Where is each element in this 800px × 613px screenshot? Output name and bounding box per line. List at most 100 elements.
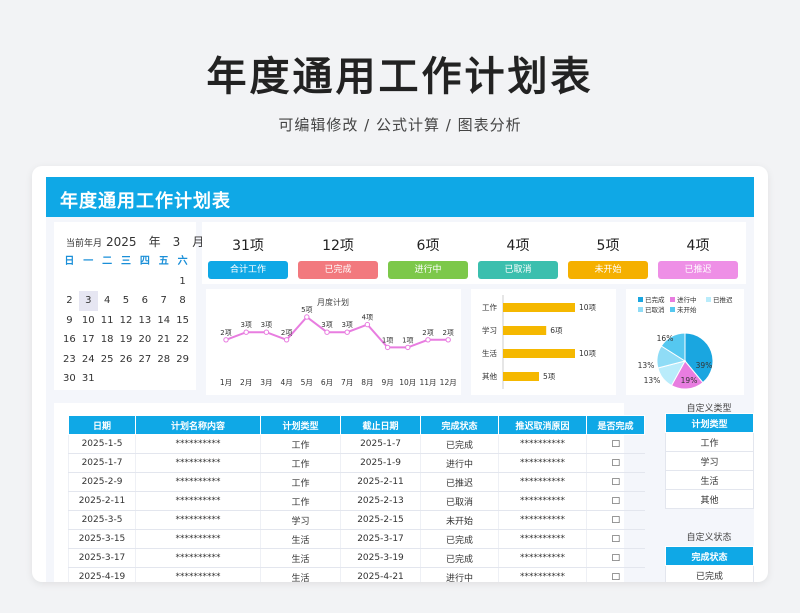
completion-checkbox[interactable]: □ [586,529,645,549]
calendar-day[interactable]: 16 [60,330,79,350]
table-cell: 2025-2-11 [68,491,136,511]
bar-data-label: 10项 [579,303,597,312]
calendar-year[interactable]: 2025 [106,235,137,249]
custom-status-table: 完成状态 已完成 [665,546,754,582]
calendar-day[interactable]: 30 [60,369,79,389]
calendar-day[interactable]: 5 [117,291,136,311]
completion-checkbox[interactable]: □ [586,548,645,568]
line-point [384,344,391,351]
calendar-day[interactable]: 3 [78,291,98,311]
calendar-day[interactable]: 23 [60,350,79,370]
line-x-tick-label: 6月 [321,378,333,387]
line-x-tick-label: 9月 [381,378,393,387]
table-cell: ********** [135,529,261,549]
table-row: 2025-3-17 ********** 生活 2025-3-19 已完成 *******… [68,548,645,568]
calendar-day[interactable]: 1 [173,272,192,292]
calendar-day[interactable]: 29 [173,350,192,370]
table-cell: ********** [498,434,587,454]
line-point [425,337,431,343]
pie-data-label: 16% [657,334,674,343]
calendar-day[interactable]: 6 [135,291,154,311]
calendar-day[interactable]: 20 [135,330,154,350]
line-data-label: 3项 [240,321,251,329]
pie-data-label: 13% [644,376,661,385]
calendar-day[interactable]: 13 [135,311,154,331]
calendar-empty-cell [154,272,173,292]
stat-card: 4项 已取消 [478,235,558,279]
custom-type-row: 生活 [665,470,754,490]
calendar-grid: 日一二三四五六 1 2 3 4 5 6 7 8 9 10 11 12 13 14 15 16 17 18 19 20 21… [60,252,192,389]
status-pie-chart: 已完成 进行中 已推迟已取消 未开始 39% 19% 13% 13% 16% [638,295,733,390]
weekday-label: 四 [139,256,150,267]
line-x-tick-label: 10月 [399,378,416,387]
table-cell: ********** [498,472,587,492]
pie-legend-swatch [706,297,711,302]
custom-type-cell[interactable]: 其他 [665,489,754,509]
calendar-day[interactable]: 25 [98,350,117,370]
completion-checkbox[interactable]: □ [586,472,645,492]
calendar-day[interactable]: 19 [117,330,136,350]
line-data-label: 1项 [402,336,413,344]
completion-checkbox[interactable]: □ [586,510,645,530]
table-cell: ********** [498,491,587,511]
calendar-day[interactable]: 14 [154,311,173,331]
calendar-day[interactable]: 27 [135,350,154,370]
line-point [304,314,310,320]
completion-checkbox[interactable]: □ [586,567,645,582]
calendar-day[interactable]: 9 [60,311,79,331]
calendar-month[interactable]: 3 [173,235,181,249]
calendar-day[interactable]: 15 [173,311,192,331]
calendar-day[interactable]: 28 [154,350,173,370]
calendar-day[interactable]: 12 [117,311,136,331]
line-point [344,329,350,335]
line-data-label: 2项 [422,329,433,337]
calendar-day[interactable]: 10 [79,311,98,331]
calendar-day[interactable]: 11 [98,311,117,331]
table-cell: 工作 [260,491,341,511]
calendar-day[interactable]: 17 [79,330,98,350]
calendar-day[interactable]: 2 [60,291,79,311]
bar-category-label: 学习 [482,325,497,335]
table-cell: 工作 [260,472,341,492]
stat-card: 4项 已推迟 [658,235,738,279]
calendar-day[interactable]: 4 [98,291,117,311]
custom-type-cell[interactable]: 生活 [665,470,754,490]
bar [503,326,547,335]
custom-type-row: 工作 [665,432,754,452]
weekday-label: 三 [120,256,131,267]
calendar-day[interactable]: 7 [154,291,173,311]
table-cell: 2025-3-19 [340,548,421,568]
calendar-day[interactable]: 8 [173,291,192,311]
stat-count: 4项 [506,238,530,254]
calendar-day[interactable]: 24 [79,350,98,370]
stat-card: 31项 合计工作 [208,235,288,279]
weekday-label: 一 [83,256,94,267]
line-point [324,329,330,335]
table-cell: 2025-2-13 [340,491,421,511]
completion-checkbox[interactable]: □ [586,434,645,454]
line-chart-panel: 月度计划 2项 1月 3项 2月 3项 3月 2项 4月 5项 5月 3项 6月 3项 7月 4项 8月 1项 9月… [206,289,461,395]
table-header-cell: 日期 [68,415,136,435]
table-cell: ********** [498,510,587,530]
stat-label: 未开始 [568,261,648,279]
table-cell: ********** [135,434,261,454]
bar [503,372,539,381]
custom-type-cell[interactable]: 工作 [665,432,754,452]
custom-status-cell[interactable]: 已完成 [665,565,754,582]
custom-status-label: 自定义状态 [686,533,732,543]
table-cell: 已推迟 [420,472,499,492]
table-cell: 学习 [260,510,341,530]
calendar-empty-cell [135,272,154,292]
calendar-day[interactable]: 18 [98,330,117,350]
calendar-day[interactable]: 31 [79,369,98,389]
completion-checkbox[interactable]: □ [586,491,645,511]
custom-type-cell[interactable]: 学习 [665,451,754,471]
calendar-day[interactable]: 21 [154,330,173,350]
bar [503,303,575,312]
plan-type-bar-chart: 工作 10项学习 6项生活 10项其他 5项 [482,295,597,389]
calendar-empty-cell [98,272,117,292]
completion-checkbox[interactable]: □ [586,453,645,473]
stat-count: 31项 [232,238,264,254]
calendar-day[interactable]: 26 [117,350,136,370]
calendar-day[interactable]: 22 [173,330,192,350]
